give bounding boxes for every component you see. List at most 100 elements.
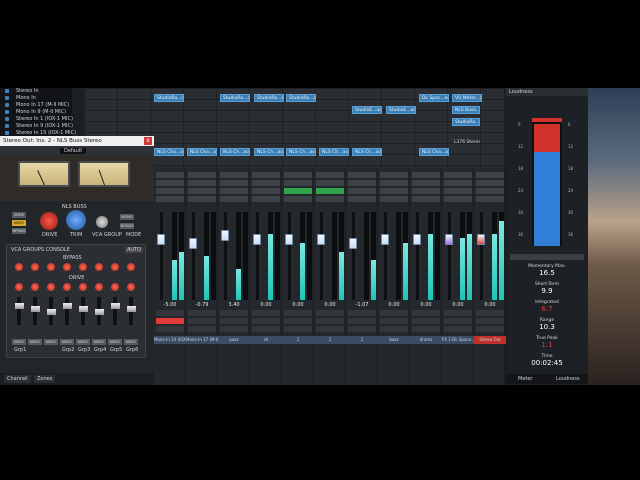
insert-slot[interactable] [316,172,344,178]
vca-channel-button[interactable]: NEVO [44,339,58,345]
insert-slot[interactable] [252,196,280,202]
audio-clip[interactable]: NLS Ch...ao [352,148,382,156]
enable-checkbox[interactable] [5,117,9,121]
insert-slot[interactable] [348,188,376,194]
channel-name[interactable]: 1 [282,336,314,344]
insert-slot[interactable] [188,196,216,202]
trim-knob[interactable] [66,210,86,230]
insert-slot[interactable] [476,188,504,194]
audio-clip[interactable]: StudioE...ao [352,106,382,114]
insert-slot[interactable] [156,196,184,202]
vca-channel-button[interactable]: NEVO [92,339,106,345]
audio-clip[interactable]: StudioRa...ao [254,94,284,102]
channel-button-row[interactable] [444,326,472,332]
insert-slot[interactable] [412,180,440,186]
channel-name[interactable]: drums [410,336,442,344]
vca-fader[interactable] [94,309,104,315]
channel-fader[interactable] [413,234,421,245]
enable-checkbox[interactable] [5,96,9,100]
insert-slot[interactable] [188,180,216,186]
channel-name[interactable]: 1 [346,336,378,344]
channel-button-row[interactable] [316,318,344,324]
channel-button-row[interactable] [380,318,408,324]
insert-slot[interactable] [444,188,472,194]
tab-meter[interactable]: Meter [518,376,532,382]
audio-clip[interactable]: NLS Buss... [452,106,480,114]
tab-zones[interactable]: Zones [34,375,56,383]
channel-fader[interactable] [253,234,261,245]
mono-button[interactable]: MONO [120,214,134,220]
insert-slot[interactable] [188,188,216,194]
tab-loudness[interactable]: Loudness [556,376,580,382]
insert-slot[interactable] [284,172,312,178]
channel-button-row[interactable] [348,310,376,316]
channel-button-row[interactable] [316,326,344,332]
insert-slot[interactable] [220,172,248,178]
insert-slot[interactable] [284,180,312,186]
vca-drive-knob[interactable] [127,263,135,271]
insert-slot[interactable] [380,188,408,194]
insert-slot[interactable] [348,180,376,186]
audio-clip[interactable]: StudioRa...ao [220,94,250,102]
channel-fader[interactable] [221,229,229,241]
channel-fader[interactable] [349,238,357,250]
vca-fader[interactable] [46,309,56,315]
channel-button-row[interactable] [220,326,248,332]
insert-slot[interactable] [380,196,408,202]
channel-fader[interactable] [477,234,485,245]
insert-slot[interactable] [252,180,280,186]
loudness-controls[interactable] [510,254,584,260]
enable-checkbox[interactable] [5,110,9,114]
channel-name[interactable]: pass [218,336,250,344]
channel-fader[interactable] [381,234,389,245]
insert-slot[interactable] [412,196,440,202]
insert-slot[interactable] [220,196,248,202]
vca-trim-knob[interactable] [31,283,39,291]
channel-button-row[interactable] [412,326,440,332]
channel-name[interactable]: ch [250,336,282,344]
vca-trim-knob[interactable] [95,283,103,291]
channel-fader[interactable] [285,234,293,245]
audio-clip[interactable]: NLS Cha...ao [419,148,449,156]
input-row[interactable]: Stereo In 1 (IOX-1 MIC) [2,116,73,123]
vca-drive-knob[interactable] [95,263,103,271]
vca-drive-knob[interactable] [15,263,23,271]
vca-channel-button[interactable]: NEVO [28,339,42,345]
insert-slot[interactable] [316,188,344,194]
insert-slot[interactable] [316,180,344,186]
plugin-title-bar[interactable]: Stereo Out: Ins. 2 - NLS Buss Stereo x [0,136,154,146]
insert-slot[interactable] [476,180,504,186]
vca-drive-knob[interactable] [111,263,119,271]
channel-button-row[interactable] [412,310,440,316]
insert-slot[interactable] [220,188,248,194]
audio-clip[interactable]: StudioRa...ao [154,94,184,102]
vca-fader[interactable] [78,306,88,312]
enable-checkbox[interactable] [5,124,9,128]
input-row[interactable]: Mono In 9 (M-II MIC) [2,109,70,116]
channel-button-row[interactable] [284,326,312,332]
vca-fader[interactable] [14,303,24,309]
channel-button-row[interactable] [188,318,216,324]
insert-slot[interactable] [444,180,472,186]
channel-name[interactable]: Mono In 14 (IOX... [154,336,186,344]
tab-channel[interactable]: Channel [4,375,31,383]
drive-knob[interactable] [40,212,58,230]
vca-channel-button[interactable]: NEVO [12,339,26,345]
audio-clip[interactable]: StudioRa...ao [452,118,480,126]
vca-channel-button[interactable]: NEVO [76,339,90,345]
audio-clip[interactable]: VU Meter...ao [452,94,482,102]
channel-name[interactable]: Mono In 17 (M-II... [186,336,218,344]
channel-button-row[interactable] [316,310,344,316]
vca-group-knob[interactable] [96,216,108,228]
insert-slot[interactable] [444,172,472,178]
vca-drive-knob[interactable] [47,263,55,271]
vca-trim-knob[interactable] [15,283,23,291]
insert-slot[interactable] [348,196,376,202]
channel-button-row[interactable] [252,326,280,332]
input-row[interactable]: Mono In 17 (M-II MIC) [2,102,70,109]
vca-channel-button[interactable]: NEVO [124,339,138,345]
preset-selector[interactable]: Default [60,148,87,154]
channel-button-row[interactable] [220,318,248,324]
channel-button-row[interactable] [252,318,280,324]
channel-button-row[interactable] [156,318,184,324]
